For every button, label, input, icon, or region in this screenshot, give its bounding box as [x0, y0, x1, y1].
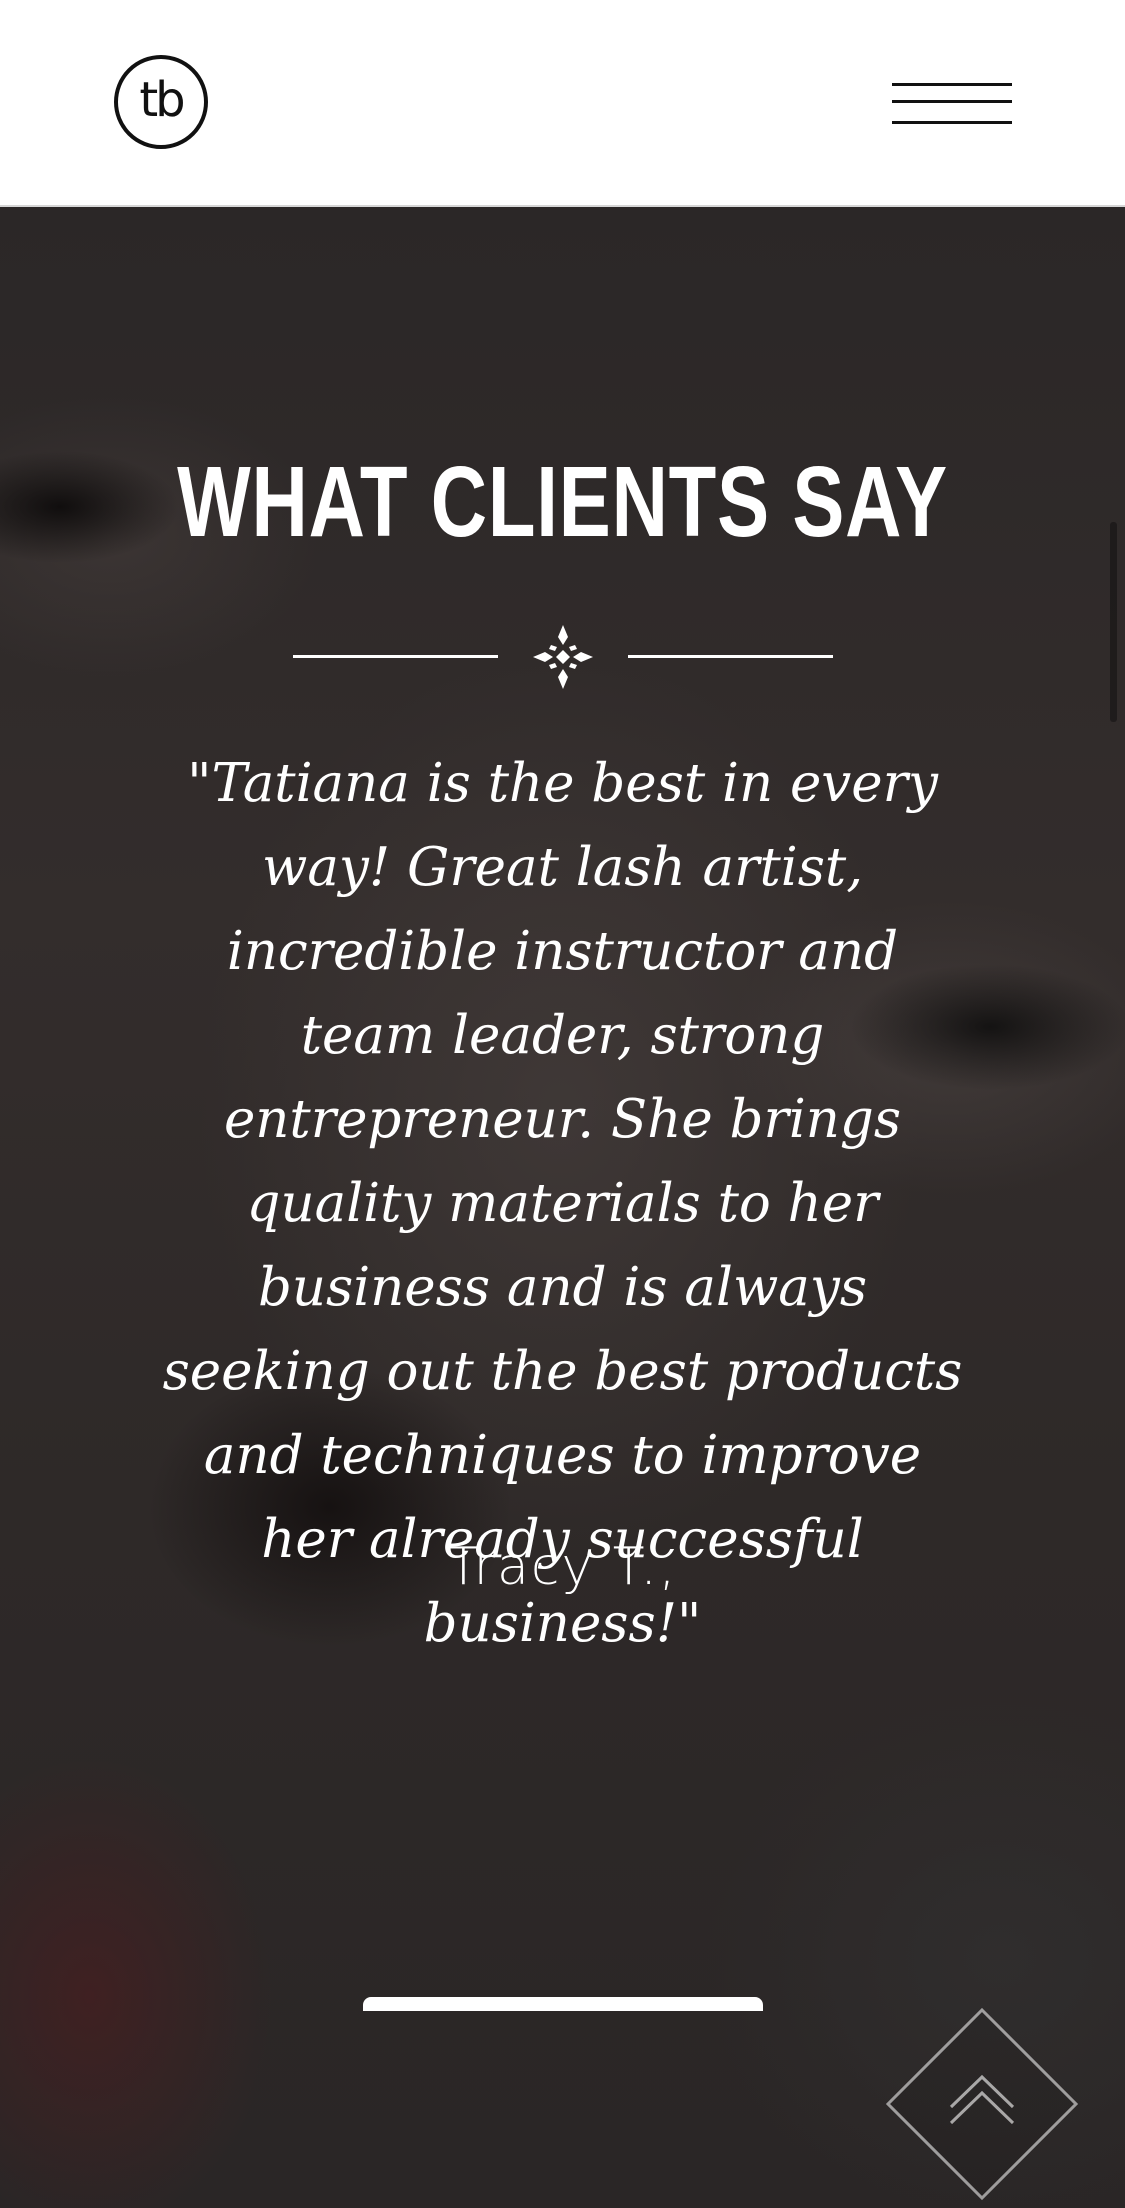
ornament-diamond-icon	[533, 625, 593, 689]
menu-line	[892, 83, 1012, 86]
title-divider	[293, 625, 833, 689]
testimonial-author: Tracy T.,	[447, 1537, 678, 1597]
logo[interactable]: tb	[114, 55, 208, 149]
testimonials-section: WHAT CLIENTS SAY "Tatiana is the best in…	[0, 207, 1125, 2208]
menu-line	[892, 100, 1012, 103]
divider-line-left	[293, 655, 498, 658]
scrollbar[interactable]	[1110, 522, 1117, 722]
menu-line	[892, 121, 1012, 124]
hamburger-menu-icon[interactable]	[890, 78, 1014, 130]
section-title: WHAT CLIENTS SAY	[177, 446, 948, 558]
bottom-panel-edge	[363, 1997, 763, 2011]
divider-line-right	[628, 655, 833, 658]
site-header: tb	[0, 0, 1125, 207]
testimonial-quote: "Tatiana is the best in every way! Great…	[162, 753, 963, 1654]
scroll-to-top-button[interactable]	[885, 2007, 1079, 2201]
